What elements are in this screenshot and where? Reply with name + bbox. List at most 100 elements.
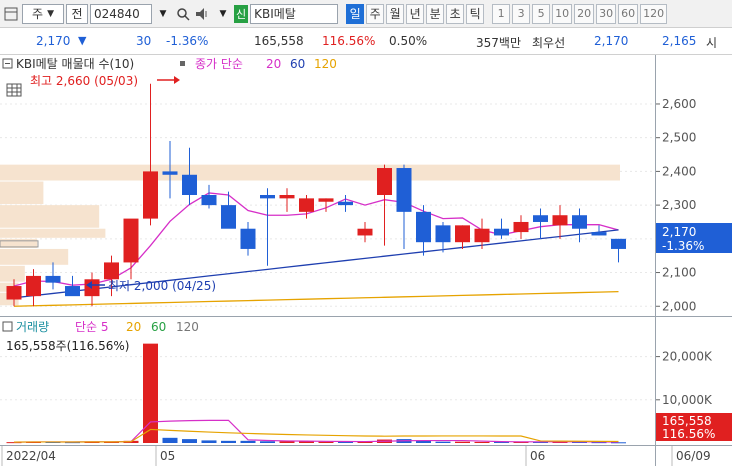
volume-bar <box>240 440 256 443</box>
interval-button-3[interactable]: 3 <box>512 3 531 24</box>
best-quote-label: 최우선 <box>532 36 566 50</box>
stock-name-field[interactable]: KBI메탈 <box>250 3 339 24</box>
interval-button-20[interactable]: 20 <box>574 3 595 24</box>
interval-button-5[interactable]: 5 <box>532 3 551 24</box>
price-tick-label: 2,500 <box>662 131 696 145</box>
trade-amount: 357백만 <box>476 36 521 50</box>
period-second-button[interactable]: 초 <box>446 3 465 24</box>
volume-ratio: 116.56% <box>322 34 376 48</box>
period-month-button[interactable]: 월 <box>386 3 405 24</box>
code-value: 024840 <box>94 6 140 21</box>
price-tick-label: 2,600 <box>662 97 696 111</box>
candle-body <box>357 228 373 236</box>
volume-bar <box>455 441 470 443</box>
down-arrow-icon: ▼ <box>78 34 87 47</box>
candle-body <box>162 171 178 175</box>
candle-body <box>123 218 139 263</box>
x-tick-label: 06/09 <box>676 449 711 463</box>
candle-body <box>435 225 451 243</box>
candle-body <box>338 201 353 206</box>
candle-body <box>260 195 275 199</box>
volume-bar <box>162 437 178 443</box>
candle-body <box>201 195 217 206</box>
price-tick-label: 2,000 <box>662 299 696 313</box>
dropdown-icon[interactable]: ▼ <box>154 4 172 24</box>
interval-button-30[interactable]: 30 <box>596 3 617 24</box>
period-day-button[interactable]: 일 <box>346 3 365 24</box>
volume-profile-bar <box>0 181 44 205</box>
speaker-icon[interactable] <box>194 4 212 24</box>
price-volume-chart[interactable]: 2,6002,5002,4002,3002,2002,1002,00020,00… <box>0 55 732 466</box>
interval-button-10[interactable]: 10 <box>552 3 573 24</box>
candle-body <box>221 205 236 229</box>
ma20-label: 20 <box>266 57 281 71</box>
prefix-label: 전 <box>66 3 88 24</box>
price-change: 30 <box>136 34 152 48</box>
candle-body <box>377 168 392 195</box>
candle-body <box>455 225 470 243</box>
candle-body <box>6 286 22 300</box>
toolbar: 주 ▼ 전 024840 ▼ ▼ 신 KBI메탈 일 주 월 년 분 초 틱 1… <box>0 0 732 28</box>
candle-body <box>182 174 197 195</box>
candle-body <box>513 221 529 233</box>
candle-body <box>26 275 41 297</box>
low-label: 최저 2,000 (04/25) <box>108 279 216 293</box>
table-view-icon[interactable] <box>6 83 22 97</box>
candle-body <box>552 215 568 226</box>
market-select[interactable]: 주 ▼ <box>22 3 64 24</box>
grid-menu-icon[interactable] <box>2 4 20 24</box>
interval-button-120[interactable]: 120 <box>640 3 668 24</box>
price-tick-label: 2,300 <box>662 198 696 212</box>
ask-price: 2,170 <box>594 34 629 48</box>
high-label: 최고 2,660 (05/03) <box>30 74 138 88</box>
code-input[interactable]: 024840 <box>90 3 152 24</box>
volume-ma20-label: 20 <box>126 320 141 334</box>
chevron-down-icon: ▼ <box>47 8 54 19</box>
candle-body <box>533 215 548 222</box>
period-week-button[interactable]: 주 <box>366 3 385 24</box>
candle-body <box>143 171 158 219</box>
volume-profile-bar <box>0 205 100 228</box>
quote-tail-label: 시 <box>706 36 718 50</box>
volume-panel-title: 거래량 <box>16 320 49 334</box>
candle-body <box>416 211 431 243</box>
volume-ma60-label: 60 <box>151 320 166 334</box>
chart-background <box>0 55 732 466</box>
candle-body <box>611 238 626 249</box>
price-change-pct: -1.36% <box>166 34 209 48</box>
turnover-rate: 0.50% <box>389 34 428 48</box>
period-minute-button[interactable]: 분 <box>426 3 445 24</box>
volume-ma120-label: 120 <box>176 320 199 334</box>
ma60-label: 60 <box>290 57 305 71</box>
volume-bar <box>474 441 490 443</box>
period-tick-button[interactable]: 틱 <box>466 3 485 24</box>
volume-bar <box>201 440 217 443</box>
candle-body <box>474 228 490 243</box>
volume-bar <box>435 441 451 443</box>
period-year-button[interactable]: 년 <box>406 3 425 24</box>
volume-profile-bar <box>0 228 106 238</box>
candle-body <box>65 286 80 297</box>
last-ratio-tag-value: 116.56% <box>662 427 715 441</box>
volume-ma-label: 단순 5 <box>75 320 109 334</box>
x-tick-label: 06 <box>530 449 545 463</box>
bid-price: 2,165 <box>662 34 697 48</box>
ma-label: 종가 단순 <box>195 57 243 71</box>
volume-tick-label: 20,000K <box>662 350 713 364</box>
ma120-label: 120 <box>314 57 337 71</box>
interval-button-1[interactable]: 1 <box>492 3 511 24</box>
candle-body <box>45 275 61 283</box>
candle-body <box>279 195 295 199</box>
interval-button-60[interactable]: 60 <box>618 3 639 24</box>
current-price: 2,170 <box>36 34 71 48</box>
candle-body <box>240 228 256 249</box>
exchange-badge: 신 <box>234 4 249 23</box>
stock-name: KBI메탈 <box>254 7 296 21</box>
price-panel-title: KBI메탈 매물대 수(10) <box>16 57 134 71</box>
market-select-label: 주 <box>32 7 44 21</box>
expand-icon[interactable]: ▼ <box>214 4 232 24</box>
candle-body <box>494 228 509 236</box>
volume-profile-bar <box>0 164 620 181</box>
search-icon[interactable] <box>174 4 192 24</box>
price-tick-label: 2,400 <box>662 164 696 178</box>
